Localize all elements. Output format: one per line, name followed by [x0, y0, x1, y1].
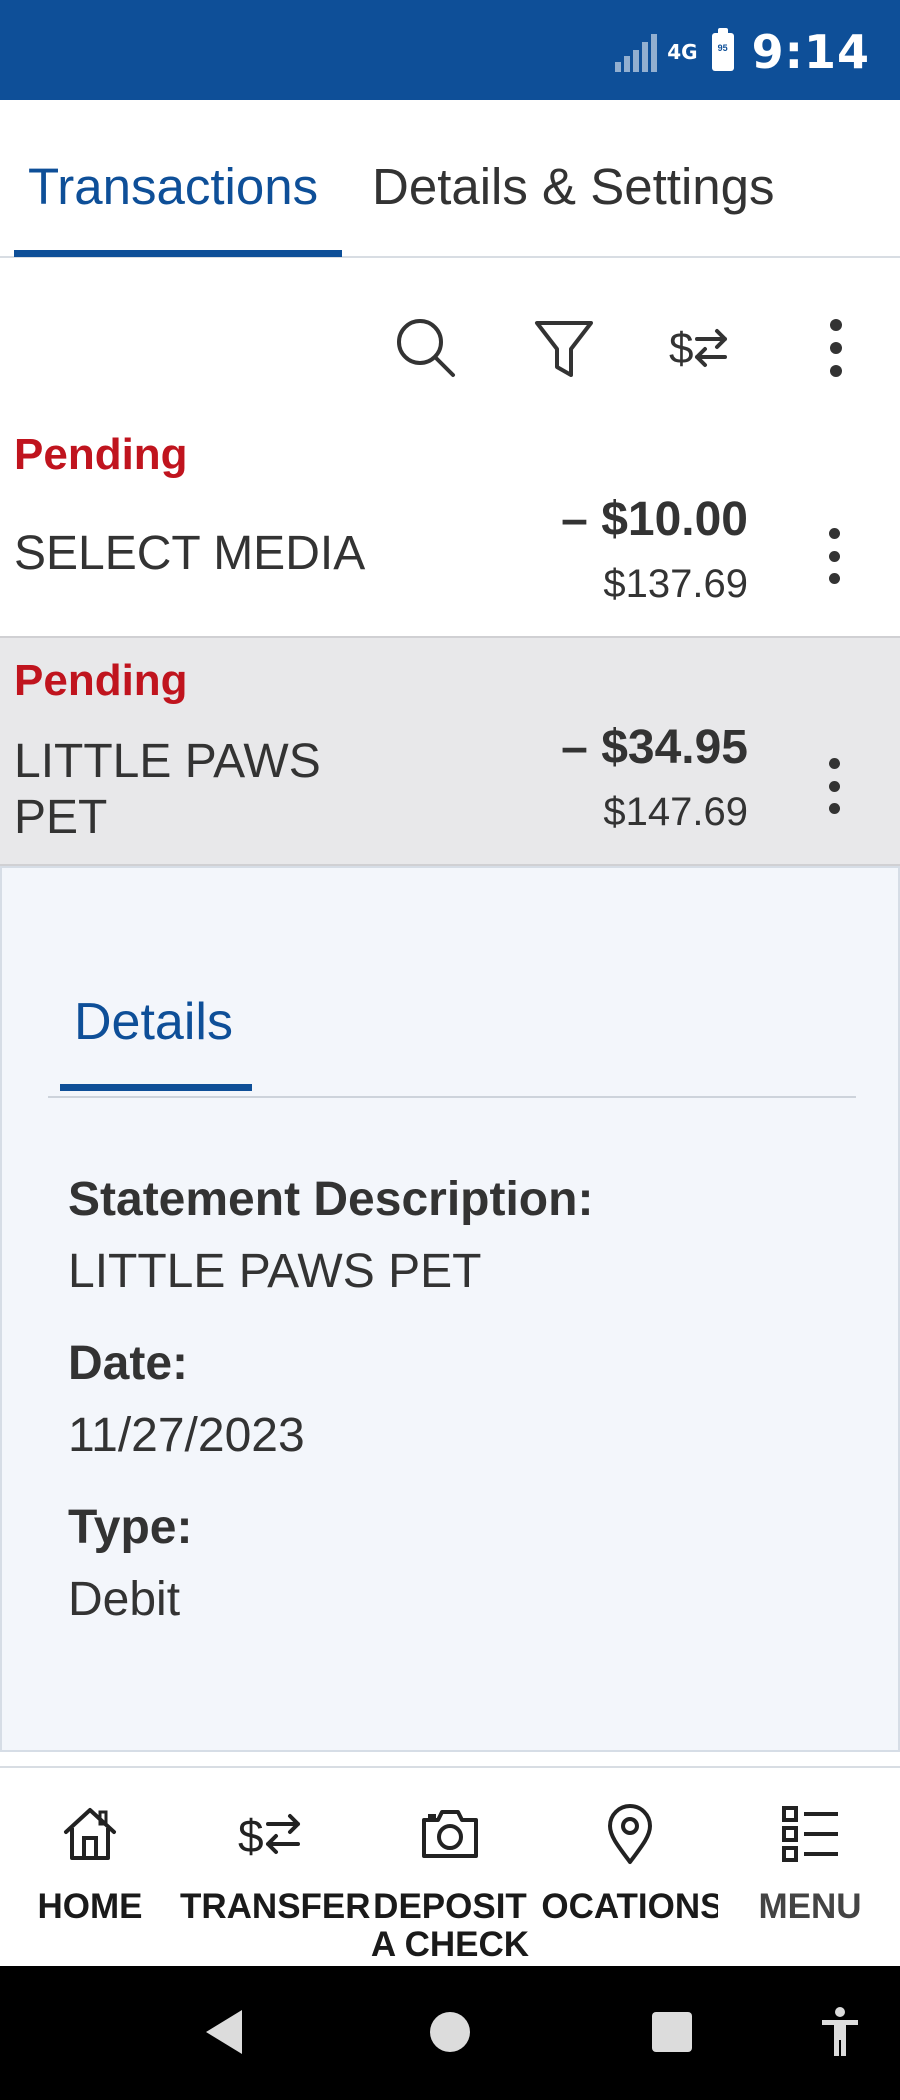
accessibility-icon: [822, 2007, 858, 2056]
battery-icon: 95: [711, 28, 734, 71]
transaction-menu-button[interactable]: [814, 746, 854, 826]
nav-menu[interactable]: MENU: [720, 1768, 900, 1968]
merchant-name: SELECT MEDIA: [14, 527, 366, 580]
nav-deposit-check[interactable]: DEPOSIT A CHECK: [360, 1768, 540, 1968]
nav-menu-label: MENU: [758, 1887, 862, 1926]
transaction-row[interactable]: Pending SELECT MEDIA – $10.00 $137.69: [0, 420, 900, 636]
home-system-button[interactable]: [414, 1996, 486, 2068]
type-value: Debit: [68, 1573, 181, 1626]
tab-bar: Transactions Details & Settings: [0, 100, 900, 258]
back-triangle-icon: [206, 2010, 242, 2054]
bottom-navigation: HOME $ TRANSFER DEPOSIT A CHECK LOCATION…: [0, 1766, 900, 1966]
status-icons: 4G 95 9:14: [615, 25, 870, 79]
nav-home[interactable]: HOME: [0, 1768, 180, 1968]
nav-transfer[interactable]: $ TRANSFER: [180, 1768, 371, 1968]
nav-transfer-label: TRANSFER: [180, 1887, 371, 1926]
pending-label: Pending: [14, 656, 188, 705]
home-icon: [64, 1808, 116, 1860]
filter-button[interactable]: [528, 312, 600, 384]
system-navigation-bar: [0, 1966, 900, 2100]
nav-locations-label: LOCATIONS: [542, 1888, 718, 1926]
network-type: 4G: [667, 40, 698, 64]
svg-text:$: $: [669, 324, 693, 373]
transaction-details-panel: Details Statement Description: LITTLE PA…: [0, 866, 900, 1752]
status-bar: 4G 95 9:14: [0, 0, 900, 100]
active-tab-indicator: [14, 250, 342, 257]
more-options-button[interactable]: [800, 312, 872, 384]
recents-square-icon: [652, 2012, 692, 2052]
date-value: 11/27/2023: [68, 1409, 305, 1462]
details-divider: [48, 1096, 856, 1098]
transaction-amount: – $34.95: [561, 721, 748, 774]
tab-details[interactable]: Details: [74, 992, 233, 1052]
back-button[interactable]: [188, 1996, 260, 2068]
statement-description-value: LITTLE PAWS PET: [68, 1245, 482, 1298]
transaction-menu-button[interactable]: [814, 516, 854, 596]
nav-locations[interactable]: LOCATIONS: [540, 1768, 720, 1968]
pending-label: Pending: [14, 430, 188, 479]
transaction-amount: – $10.00: [561, 493, 748, 546]
nav-home-label: HOME: [37, 1887, 143, 1926]
running-balance: $147.69: [603, 790, 748, 834]
svg-text:$: $: [238, 1810, 264, 1862]
signal-icon: [615, 32, 658, 72]
more-vertical-icon: [830, 319, 842, 377]
filter-icon: [535, 321, 593, 377]
recents-button[interactable]: [636, 1996, 708, 2068]
search-icon: [397, 319, 455, 377]
running-balance: $137.69: [603, 562, 748, 606]
transaction-row-selected[interactable]: Pending LITTLE PAWS PET – $34.95 $147.69: [0, 636, 900, 866]
accessibility-button[interactable]: [804, 1996, 876, 2068]
location-pin-icon: [608, 1804, 652, 1864]
battery-level: 95: [717, 43, 728, 53]
search-button[interactable]: [390, 312, 462, 384]
type-label: Type:: [68, 1501, 193, 1554]
transfer-icon: $: [238, 1810, 300, 1862]
menu-list-icon: [782, 1806, 838, 1862]
home-circle-icon: [430, 2012, 470, 2052]
clock: 9:14: [751, 25, 870, 79]
tab-details-settings[interactable]: Details & Settings: [372, 154, 775, 220]
nav-deposit-label: DEPOSIT A CHECK: [370, 1887, 530, 1964]
tab-transactions[interactable]: Transactions: [28, 154, 318, 220]
transfer-icon: $: [669, 324, 727, 373]
details-tab-indicator: [60, 1084, 252, 1091]
date-label: Date:: [68, 1337, 189, 1390]
camera-icon: [422, 1810, 478, 1858]
transfer-toolbar-button[interactable]: $: [664, 312, 736, 384]
merchant-name: LITTLE PAWS PET: [14, 735, 321, 844]
statement-description-label: Statement Description:: [68, 1173, 594, 1226]
